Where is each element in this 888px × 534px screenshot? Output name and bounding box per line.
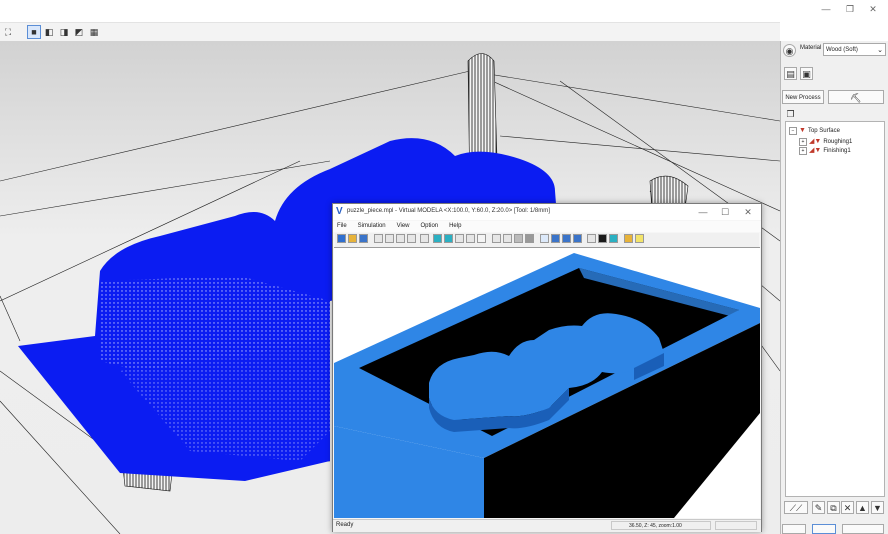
tree-item-label: Roughing1 <box>823 139 853 145</box>
output-icon[interactable] <box>842 524 884 534</box>
modela-logo-icon: V <box>336 206 343 217</box>
measure-icon[interactable] <box>455 234 464 243</box>
grid-icon[interactable] <box>492 234 501 243</box>
simulator-status-bar: Ready 36.50, Z: 45, zoom:1.00 <box>333 519 761 532</box>
simulator-title-bar: V puzzle_piece.mpl - Virtual MODELA <X:1… <box>333 204 761 220</box>
close-button[interactable]: ✕ <box>866 3 880 15</box>
toolpath-icon: ◢▼ <box>809 138 822 145</box>
fit-icon[interactable]: ⛶ <box>1 25 15 39</box>
move-down-icon[interactable]: ▼ <box>871 501 884 514</box>
side-view-icon[interactable]: ◨ <box>57 25 71 39</box>
material-label: Material <box>800 45 822 51</box>
simulation-canvas[interactable] <box>334 247 760 518</box>
material-select[interactable]: Wood (Soft) ⌄ <box>823 43 886 56</box>
restore-button[interactable]: ❐ <box>843 3 857 15</box>
simulator-window: V puzzle_piece.mpl - Virtual MODELA <X:1… <box>332 203 762 532</box>
view-front-icon[interactable] <box>444 234 453 243</box>
app-title-bar: — ❐ ✕ <box>0 0 888 22</box>
material-value: Wood (Soft) <box>826 47 858 53</box>
coordinate-readout: 36.50, Z: 45, zoom:1.00 <box>611 521 711 530</box>
simulator-toolbar <box>335 233 759 247</box>
sim-minimize-button[interactable]: — <box>696 206 710 218</box>
menu-view[interactable]: View <box>397 221 410 232</box>
menu-simulation[interactable]: Simulation <box>358 221 386 232</box>
open-icon[interactable] <box>348 234 357 243</box>
tree-item-label: Finishing1 <box>823 148 851 154</box>
sim-close-button[interactable]: ✕ <box>741 206 755 218</box>
layer-icon[interactable]: ❐ <box>784 108 797 121</box>
copy-icon[interactable]: ⧉ <box>827 501 840 514</box>
expand-icon[interactable]: + <box>799 147 807 155</box>
model-info-icon[interactable]: ▤ <box>784 67 797 80</box>
menu-option[interactable]: Option <box>420 221 438 232</box>
image-icon[interactable]: ▣ <box>800 67 813 80</box>
fit-view-icon[interactable] <box>573 234 582 243</box>
process-tree: − ▼ Top Surface + ◢▼ Roughing1 + ◢▼ Finishing1 <box>785 121 885 497</box>
tool-icon[interactable] <box>420 234 429 243</box>
pause-icon[interactable] <box>385 234 394 243</box>
play-icon[interactable] <box>396 234 405 243</box>
view-top-icon[interactable] <box>433 234 442 243</box>
sim-maximize-button[interactable]: ☐ <box>718 206 732 218</box>
collapse-icon[interactable]: − <box>789 127 797 135</box>
help-icon[interactable] <box>635 234 644 243</box>
edit-icon[interactable]: ✎ <box>812 501 825 514</box>
simulate-icon[interactable] <box>812 524 836 534</box>
expand-icon[interactable]: + <box>799 138 807 146</box>
new-icon[interactable] <box>337 234 346 243</box>
color-ball-icon[interactable] <box>609 234 618 243</box>
ruler-icon[interactable] <box>466 234 475 243</box>
simulator-menu-bar: File Simulation View Option Help <box>333 221 761 232</box>
status-panel <box>715 521 757 530</box>
tree-root[interactable]: − ▼ Top Surface <box>789 127 840 135</box>
menu-file[interactable]: File <box>337 221 347 232</box>
solid-icon[interactable] <box>514 234 523 243</box>
pan-icon[interactable] <box>551 234 560 243</box>
light-icon[interactable] <box>624 234 633 243</box>
material-icon[interactable]: ◉ <box>783 44 796 57</box>
black-ball-icon[interactable] <box>598 234 607 243</box>
back-view-icon[interactable]: ◩ <box>72 25 86 39</box>
panel-actions: ⟋⟋ ✎ ⧉ ✕ ▲ ▼ <box>782 500 886 516</box>
iso-view-icon[interactable]: ■ <box>27 25 41 39</box>
preview-icon[interactable] <box>782 524 806 534</box>
delete-icon[interactable]: ✕ <box>841 501 854 514</box>
front-view-icon[interactable]: ◧ <box>42 25 56 39</box>
scale-icon[interactable] <box>477 234 486 243</box>
save-icon[interactable] <box>359 234 368 243</box>
new-process-button[interactable]: New Process <box>782 90 824 104</box>
tree-item-finishing[interactable]: + ◢▼ Finishing1 <box>799 146 851 155</box>
toolpath-wizard-icon[interactable]: ⛏ <box>828 90 884 104</box>
move-up-icon[interactable]: ▲ <box>856 501 869 514</box>
toolpath-icon: ◢▼ <box>809 147 822 154</box>
simulator-title: puzzle_piece.mpl - Virtual MODELA <X:100… <box>347 208 550 214</box>
sphere-icon[interactable] <box>525 234 534 243</box>
shade-icon[interactable] <box>503 234 512 243</box>
refresh-icon[interactable] <box>587 234 596 243</box>
milled-part-render <box>334 253 760 518</box>
view-toolbar: ⛶ ■ ◧ ◨ ◩ ▦ <box>0 22 780 42</box>
surface-icon: ▼ <box>799 127 806 134</box>
render-mode-icon[interactable]: ▦ <box>87 25 101 39</box>
stop-icon[interactable] <box>374 234 383 243</box>
zoom-icon[interactable] <box>562 234 571 243</box>
rotate-icon[interactable] <box>540 234 549 243</box>
minimize-button[interactable]: — <box>819 3 833 15</box>
menu-help[interactable]: Help <box>449 221 461 232</box>
cut-icon[interactable]: ⟋⟋ <box>784 501 808 514</box>
step-icon[interactable] <box>407 234 416 243</box>
tree-item-roughing[interactable]: + ◢▼ Roughing1 <box>799 137 852 146</box>
status-text: Ready <box>336 522 354 528</box>
chevron-down-icon: ⌄ <box>877 47 883 54</box>
tree-root-label: Top Surface <box>807 128 840 134</box>
